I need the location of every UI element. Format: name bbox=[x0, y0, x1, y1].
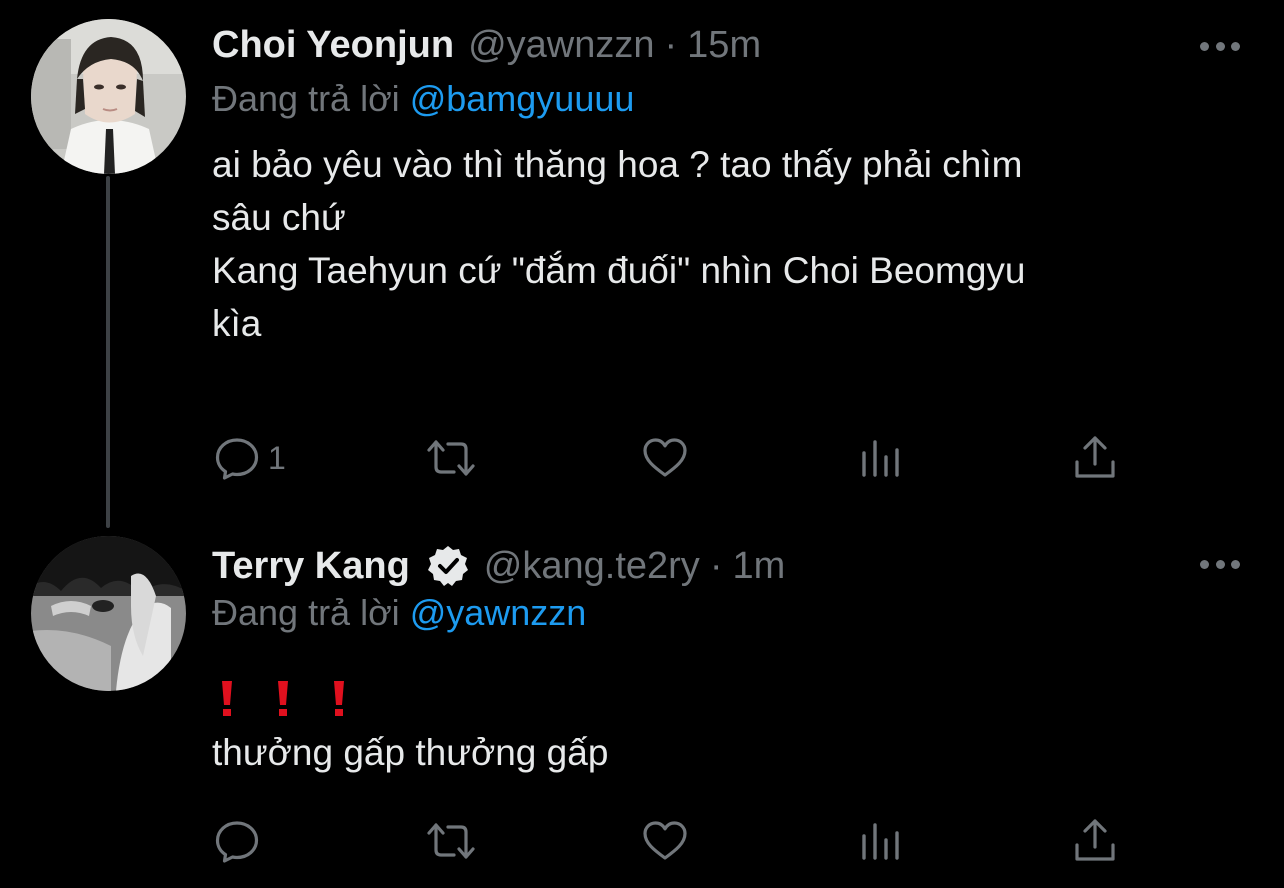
tweet-text: thưởng gấp thưởng gấp bbox=[212, 670, 1222, 779]
heart-icon bbox=[643, 438, 687, 477]
verified-badge-icon bbox=[427, 546, 468, 586]
share-icon bbox=[1075, 819, 1115, 861]
share-button[interactable] bbox=[1070, 433, 1120, 483]
replying-to-label: Đang trả lời bbox=[212, 592, 400, 633]
retweet-icon bbox=[427, 823, 475, 859]
red-exclamation-icon bbox=[334, 681, 344, 716]
tweet-text-line: thưởng gấp thưởng gấp bbox=[212, 732, 609, 773]
analytics-icon bbox=[862, 440, 899, 477]
replying-to: Đang trả lời @bamgyuuuu bbox=[212, 78, 634, 120]
tweet[interactable]: Choi Yeonjun @yawnzzn · 15m Đang trả lời… bbox=[0, 0, 1284, 530]
tweet-text-line: kìa bbox=[212, 303, 262, 344]
tweet-actions bbox=[212, 816, 1132, 866]
reply-count: 1 bbox=[268, 439, 286, 476]
reply-button[interactable]: 1 bbox=[212, 433, 286, 483]
user-handle[interactable]: @yawnzzn bbox=[468, 24, 654, 67]
avatar-image bbox=[31, 19, 186, 174]
separator-dot: · bbox=[664, 23, 678, 66]
like-button[interactable] bbox=[640, 433, 690, 483]
replying-to: Đang trả lời @yawnzzn bbox=[212, 592, 586, 634]
retweet-icon bbox=[427, 440, 475, 476]
reply-mention-link[interactable]: @bamgyuuuu bbox=[410, 78, 635, 119]
tweet-header: Choi Yeonjun @yawnzzn · 15m bbox=[212, 20, 761, 70]
analytics-icon bbox=[862, 823, 899, 860]
tweet-text: ai bảo yêu vào thì thăng hoa ? tao thấy … bbox=[212, 138, 1222, 350]
share-icon bbox=[1075, 436, 1115, 478]
tweet-header: Terry Kang @kang.te2ry · 1m bbox=[212, 541, 785, 591]
heart-icon bbox=[643, 821, 687, 860]
red-exclamation-icon bbox=[222, 681, 232, 716]
tweet-text-line: ai bảo yêu vào thì thăng hoa ? tao thấy … bbox=[212, 144, 1023, 185]
display-name[interactable]: Terry Kang bbox=[212, 545, 410, 588]
emoji-row bbox=[212, 670, 1222, 726]
timestamp[interactable]: 1m bbox=[732, 545, 785, 588]
avatar-image bbox=[31, 536, 186, 691]
reply-button[interactable] bbox=[212, 816, 268, 866]
more-options-icon[interactable] bbox=[1200, 554, 1240, 574]
share-button[interactable] bbox=[1070, 816, 1120, 866]
retweet-button[interactable] bbox=[426, 433, 476, 483]
display-name[interactable]: Choi Yeonjun bbox=[212, 24, 454, 67]
separator-dot: · bbox=[709, 544, 723, 587]
views-button[interactable] bbox=[855, 816, 905, 866]
avatar[interactable] bbox=[31, 536, 186, 691]
views-button[interactable] bbox=[855, 433, 905, 483]
more-options-icon[interactable] bbox=[1200, 36, 1240, 56]
tweet-text-line: Kang Taehyun cứ "đắm đuối" nhìn Choi Beo… bbox=[212, 250, 1026, 291]
reply-icon bbox=[215, 821, 259, 863]
reply-icon bbox=[215, 438, 259, 480]
replying-to-label: Đang trả lời bbox=[212, 78, 400, 119]
like-button[interactable] bbox=[640, 816, 690, 866]
tweet-text-line: sâu chứ bbox=[212, 197, 346, 238]
user-handle[interactable]: @kang.te2ry bbox=[484, 545, 700, 588]
avatar[interactable] bbox=[31, 19, 186, 174]
tweet[interactable]: Terry Kang @kang.te2ry · 1m Đang trả lời… bbox=[0, 530, 1284, 888]
timestamp[interactable]: 15m bbox=[687, 24, 761, 67]
red-exclamation-icon bbox=[278, 681, 288, 716]
tweet-actions: 1 bbox=[212, 433, 1132, 483]
retweet-button[interactable] bbox=[426, 816, 476, 866]
reply-mention-link[interactable]: @yawnzzn bbox=[410, 592, 587, 633]
